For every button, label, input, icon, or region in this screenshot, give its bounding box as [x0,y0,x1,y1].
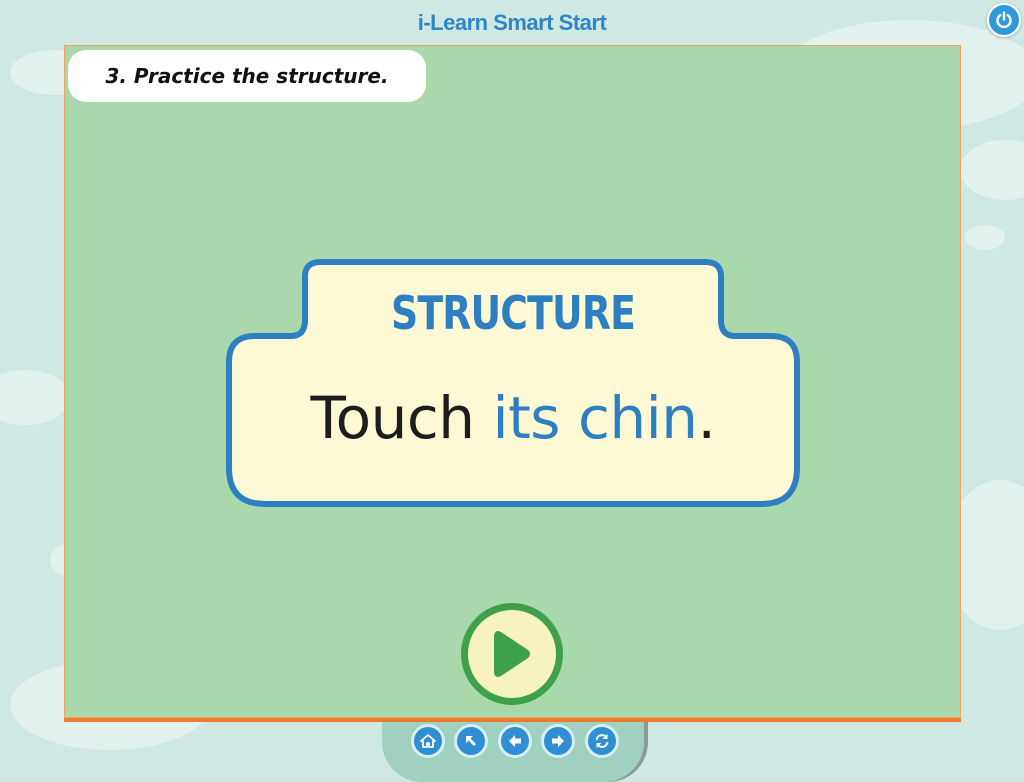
previous-icon [509,735,521,747]
home-icon [420,734,436,748]
power-icon [996,11,1012,29]
refresh-button[interactable] [585,724,619,758]
background-cloud [965,225,1005,250]
sentence-end: . [697,384,716,452]
sentence-highlight: its chin [492,384,698,452]
home-button[interactable] [411,724,445,758]
structure-sentence: Touch its chin. [223,384,803,452]
power-button[interactable] [987,3,1021,37]
activity-stage: 3. Practice the structure. STRUCTURE Tou… [64,45,961,718]
previous-button[interactable] [498,724,532,758]
next-icon [552,735,564,747]
app-title: i-Learn Smart Start [417,10,607,35]
back-button[interactable] [454,724,488,758]
background-cloud [960,140,1024,200]
background-cloud [0,370,70,425]
card-heading: STRUCTURE [390,286,636,340]
refresh-icon [595,734,609,748]
back-arrow-icon [466,736,476,746]
next-button[interactable] [541,724,575,758]
instruction-label: 3. Practice the structure. [68,50,426,102]
play-button[interactable] [461,603,563,705]
sentence-start: Touch [310,384,493,452]
play-icon [494,631,530,677]
